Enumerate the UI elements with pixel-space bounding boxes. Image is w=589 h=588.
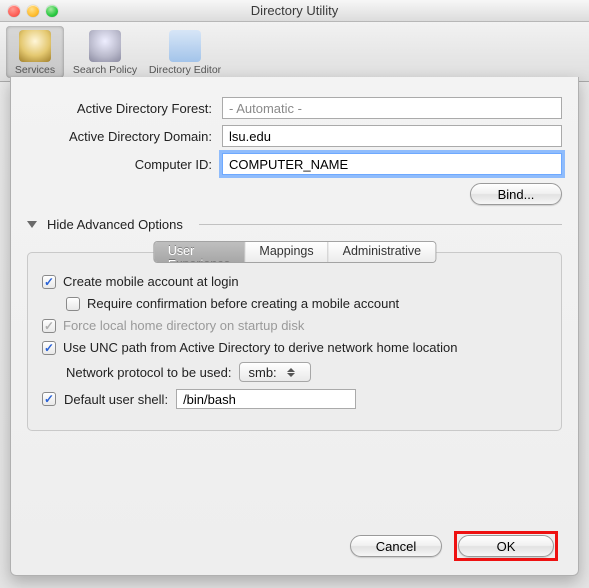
- updown-icon: [287, 368, 295, 377]
- advanced-toggle-label: Hide Advanced Options: [47, 217, 183, 232]
- shell-input[interactable]: [176, 389, 356, 409]
- toolbar-label: Directory Editor: [148, 64, 222, 76]
- chevron-down-icon: [27, 221, 37, 228]
- forest-label: Active Directory Forest:: [27, 101, 222, 116]
- computer-id-label: Computer ID:: [27, 157, 222, 172]
- advanced-disclosure[interactable]: Hide Advanced Options: [27, 217, 562, 232]
- checkbox-icon[interactable]: [42, 341, 56, 355]
- tab-mappings[interactable]: Mappings: [245, 242, 328, 262]
- toolbar: Services Search Policy Directory Editor: [0, 22, 589, 82]
- shell-label: Default user shell:: [64, 392, 168, 407]
- titlebar: Directory Utility: [0, 0, 589, 22]
- directory-editor-icon: [169, 30, 201, 62]
- opt-require-confirmation[interactable]: Require confirmation before creating a m…: [66, 296, 547, 311]
- cancel-button[interactable]: Cancel: [350, 535, 442, 557]
- opt-mobile-account[interactable]: Create mobile account at login: [42, 274, 547, 289]
- checkbox-icon[interactable]: [42, 392, 56, 406]
- ok-highlight: OK: [454, 531, 558, 561]
- toolbar-label: Services: [8, 64, 62, 76]
- checkbox-icon: [42, 319, 56, 333]
- computer-id-input[interactable]: [222, 153, 562, 175]
- proto-popup[interactable]: smb:: [239, 362, 311, 382]
- tab-user-experience[interactable]: User Experience: [154, 242, 246, 262]
- proto-value: smb:: [248, 365, 276, 380]
- toolbar-label: Search Policy: [68, 64, 142, 76]
- services-icon: [19, 30, 51, 62]
- forest-input[interactable]: [222, 97, 562, 119]
- dialog-sheet: Active Directory Forest: Active Director…: [10, 77, 579, 576]
- proto-label: Network protocol to be used:: [66, 365, 231, 380]
- toolbar-directory-editor[interactable]: Directory Editor: [146, 26, 224, 78]
- checkbox-icon[interactable]: [66, 297, 80, 311]
- domain-label: Active Directory Domain:: [27, 129, 222, 144]
- domain-input[interactable]: [222, 125, 562, 147]
- toolbar-search-policy[interactable]: Search Policy: [66, 26, 144, 78]
- dialog-footer: Cancel OK: [350, 531, 558, 561]
- sheet-background: Na Active Direc LDAPv3 NIS Active Direct…: [0, 82, 589, 588]
- ok-button[interactable]: OK: [458, 535, 554, 557]
- tab-administrative[interactable]: Administrative: [329, 242, 436, 262]
- opt-use-unc-path[interactable]: Use UNC path from Active Directory to de…: [42, 340, 547, 355]
- search-policy-icon: [89, 30, 121, 62]
- toolbar-services[interactable]: Services: [6, 26, 64, 78]
- bind-button[interactable]: Bind...: [470, 183, 562, 205]
- advanced-group: User Experience Mappings Administrative …: [27, 252, 562, 431]
- opt-force-local-home: Force local home directory on startup di…: [42, 318, 547, 333]
- advanced-tabs: User Experience Mappings Administrative: [153, 241, 436, 263]
- window-title: Directory Utility: [0, 3, 589, 18]
- checkbox-icon[interactable]: [42, 275, 56, 289]
